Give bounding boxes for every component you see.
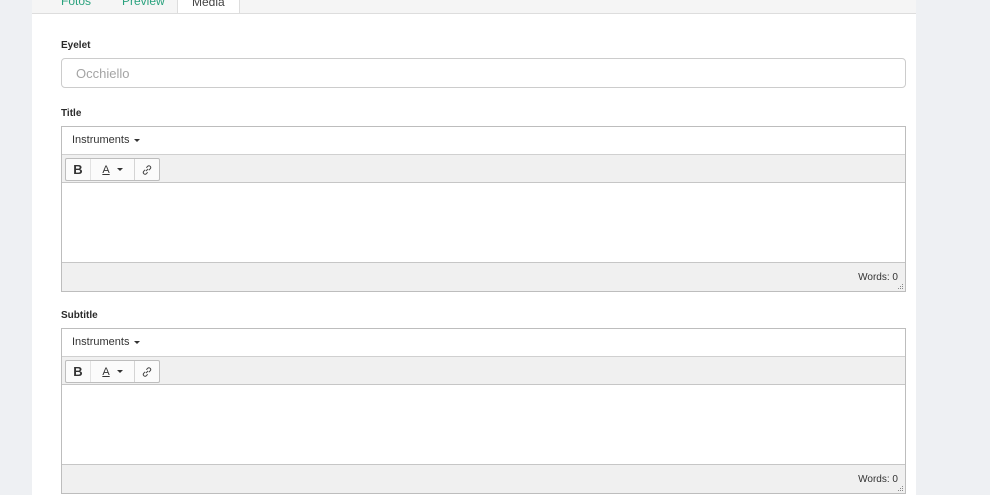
title-statusbar: Words: 0 [62,262,905,291]
title-text-color-button[interactable]: A [90,159,135,180]
chevron-down-icon [116,168,123,171]
title-label: Title [61,108,82,119]
subtitle-statusbar: Words: 0 [62,464,905,493]
title-format-group: B A [65,158,160,181]
subtitle-word-count: Words: 0 [858,474,898,485]
text-color-icon: A [102,163,110,176]
title-bold-button[interactable]: B [66,159,90,180]
chevron-down-icon [134,138,141,142]
subtitle-format-group: B A [65,360,160,383]
resize-grip-icon[interactable] [896,484,904,492]
tab-bar: Fotos Preview Media [32,0,916,14]
tab-preview[interactable]: Preview [122,0,165,12]
resize-grip-icon[interactable] [896,282,904,290]
subtitle-text-color-button[interactable]: A [90,361,135,382]
title-word-count: Words: 0 [858,272,898,283]
eyelet-input[interactable] [61,58,906,88]
text-color-icon: A [102,365,110,378]
title-instruments-menu[interactable]: Instruments [72,134,141,146]
subtitle-editor: Instruments B A Words: 0 [61,328,906,494]
subtitle-menubar: Instruments [62,329,905,357]
tab-fotos[interactable]: Fotos [61,0,91,12]
title-toolbar: B A [62,155,905,183]
link-icon [142,164,152,175]
subtitle-instruments-label: Instruments [72,336,130,348]
link-icon [142,366,152,377]
title-editor: Instruments B A Words: 0 [61,126,906,292]
tab-media[interactable]: Media [177,0,240,13]
subtitle-bold-button[interactable]: B [66,361,90,382]
title-link-button[interactable] [135,159,159,180]
chevron-down-icon [134,340,141,344]
subtitle-instruments-menu[interactable]: Instruments [72,336,141,348]
form-panel: Fotos Preview Media Eyelet Title Instrum… [32,0,916,495]
title-edit-area[interactable] [62,183,905,263]
subtitle-label: Subtitle [61,310,98,321]
title-menubar: Instruments [62,127,905,155]
eyelet-label: Eyelet [61,40,91,51]
chevron-down-icon [116,370,123,373]
title-instruments-label: Instruments [72,134,130,146]
subtitle-link-button[interactable] [135,361,159,382]
subtitle-toolbar: B A [62,357,905,385]
subtitle-edit-area[interactable] [62,385,905,465]
